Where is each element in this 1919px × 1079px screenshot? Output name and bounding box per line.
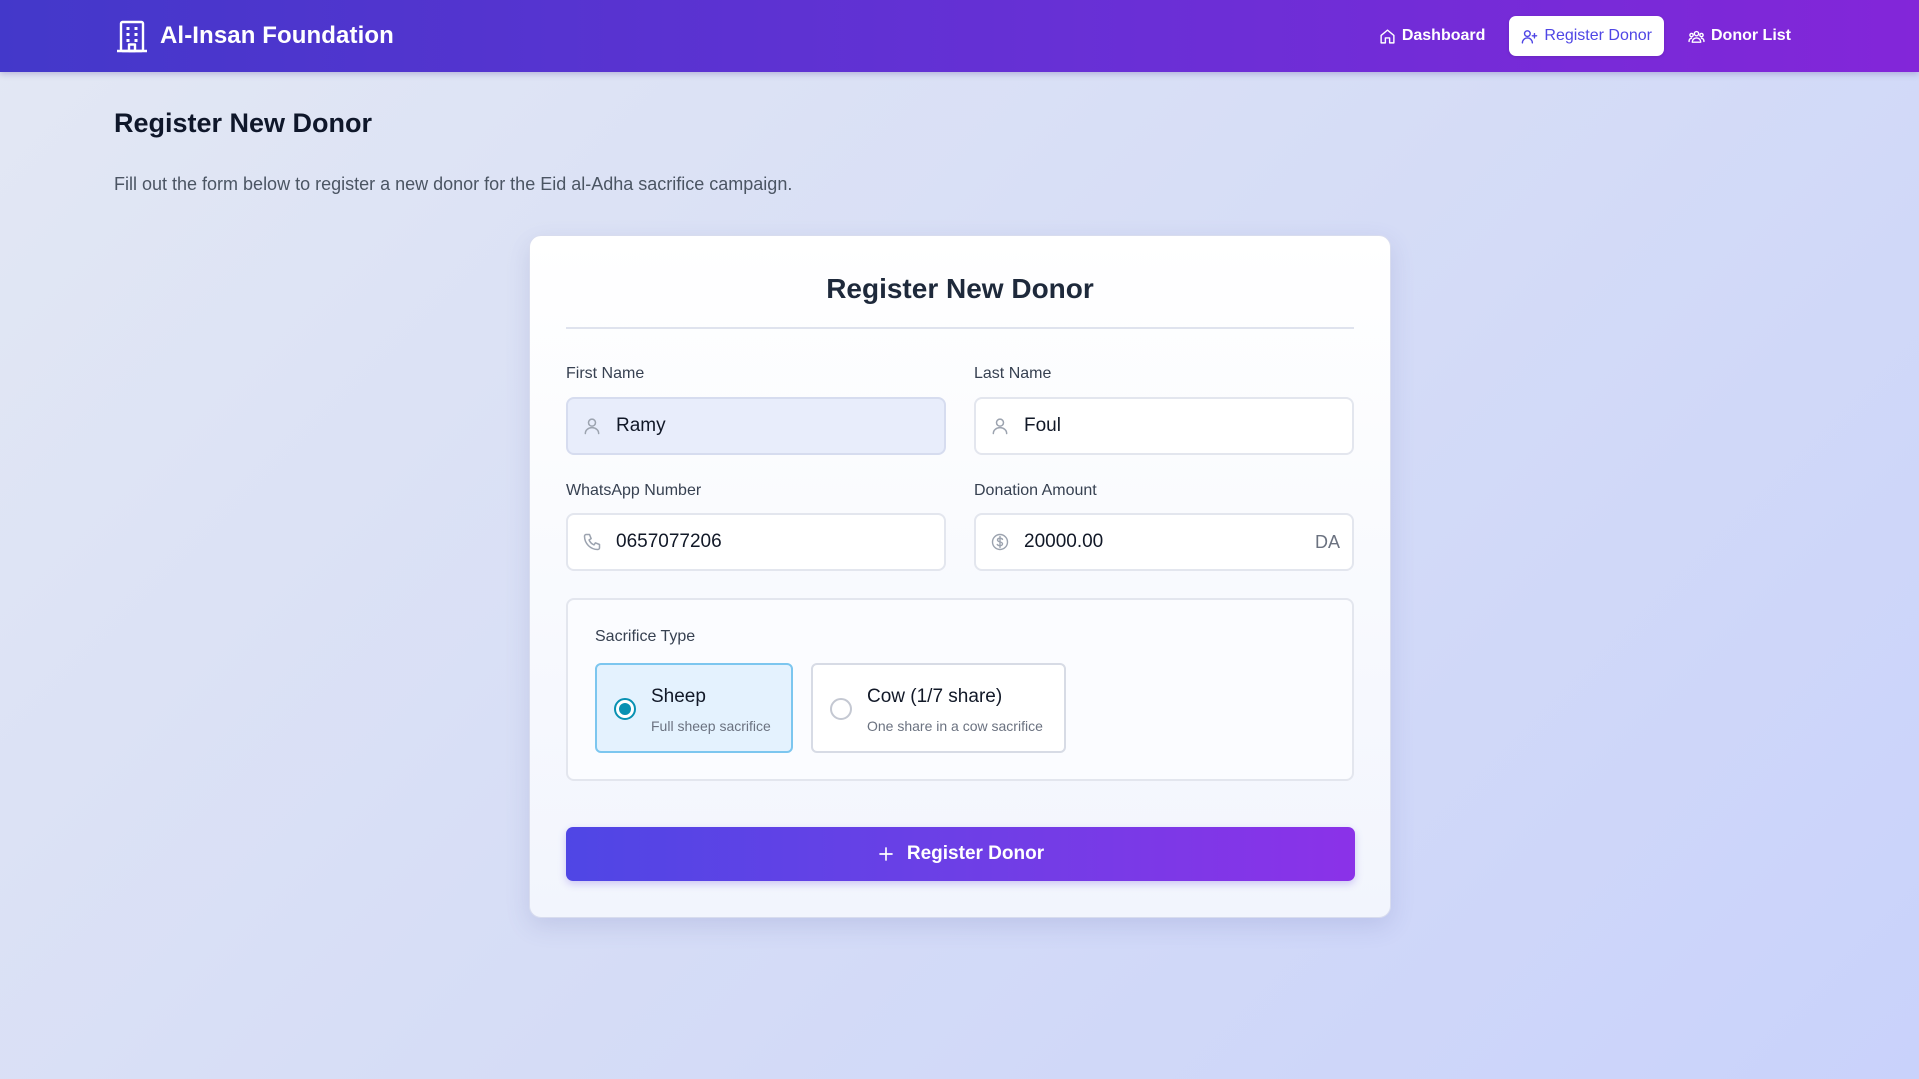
form-title: Register New Donor bbox=[826, 273, 1094, 304]
first-name-label: First Name bbox=[566, 365, 645, 382]
divider bbox=[566, 327, 1354, 329]
main-nav: Dashboard Register Donor Donor List bbox=[1367, 16, 1803, 56]
donation-amount-value: 20000.00 bbox=[1024, 531, 1104, 552]
top-navbar: Al-Insan Foundation Dashboard Register D… bbox=[0, 0, 1919, 72]
user-plus-icon bbox=[1522, 29, 1538, 44]
page-description: Fill out the form below to register a ne… bbox=[114, 174, 793, 194]
option-subtitle: One share in a cow sacrifice bbox=[867, 718, 1043, 734]
radio-cow[interactable] bbox=[830, 698, 852, 720]
plus-icon bbox=[879, 847, 893, 861]
last-name-label: Last Name bbox=[974, 365, 1052, 382]
nav-register-donor-label: Register Donor bbox=[1544, 27, 1652, 44]
currency-suffix: DA bbox=[1314, 531, 1340, 552]
first-name-value: Ramy bbox=[616, 415, 666, 436]
donation-amount-field[interactable]: 20000.00 DA bbox=[974, 513, 1354, 571]
option-title: Sheep bbox=[651, 686, 706, 707]
sacrifice-option-sheep[interactable]: Sheep Full sheep sacrifice bbox=[595, 663, 793, 753]
user-icon bbox=[992, 418, 1008, 435]
register-donor-card: Register New Donor First Name Ramy Last … bbox=[529, 235, 1391, 918]
building-icon bbox=[117, 20, 147, 53]
user-icon bbox=[584, 418, 600, 435]
donation-label: Donation Amount bbox=[974, 482, 1097, 499]
sacrifice-type-label: Sacrifice Type bbox=[595, 628, 696, 645]
sacrifice-type-panel: Sacrifice Type Sheep Full sheep sacrific… bbox=[566, 598, 1354, 781]
phone-icon bbox=[583, 533, 601, 551]
nav-donor-list[interactable]: Donor List bbox=[1676, 16, 1803, 56]
nav-donor-list-label: Donor List bbox=[1711, 27, 1791, 44]
last-name-value: Foul bbox=[1024, 415, 1061, 436]
radio-sheep[interactable] bbox=[614, 698, 636, 720]
option-subtitle: Full sheep sacrifice bbox=[651, 718, 771, 734]
register-donor-button[interactable]: Register Donor bbox=[566, 827, 1355, 881]
whatsapp-value: 0657077206 bbox=[616, 531, 722, 552]
sacrifice-option-cow[interactable]: Cow (1/7 share) One share in a cow sacri… bbox=[811, 663, 1066, 753]
last-name-field[interactable]: Foul bbox=[974, 397, 1354, 455]
nav-dashboard[interactable]: Dashboard bbox=[1367, 16, 1498, 56]
first-name-field[interactable]: Ramy bbox=[566, 397, 946, 455]
whatsapp-label: WhatsApp Number bbox=[566, 482, 702, 499]
brand[interactable]: Al-Insan Foundation bbox=[116, 18, 394, 54]
nav-register-donor[interactable]: Register Donor bbox=[1509, 16, 1664, 56]
nav-dashboard-label: Dashboard bbox=[1401, 27, 1486, 44]
home-icon bbox=[1380, 28, 1395, 44]
users-icon bbox=[1688, 30, 1705, 43]
dollar-circle-icon bbox=[991, 533, 1009, 551]
page-title: Register New Donor bbox=[114, 108, 373, 138]
register-donor-button-label: Register Donor bbox=[906, 843, 1045, 864]
option-title: Cow (1/7 share) bbox=[867, 686, 1003, 707]
brand-name: Al-Insan Foundation bbox=[160, 22, 394, 49]
whatsapp-field[interactable]: 0657077206 bbox=[566, 513, 946, 571]
